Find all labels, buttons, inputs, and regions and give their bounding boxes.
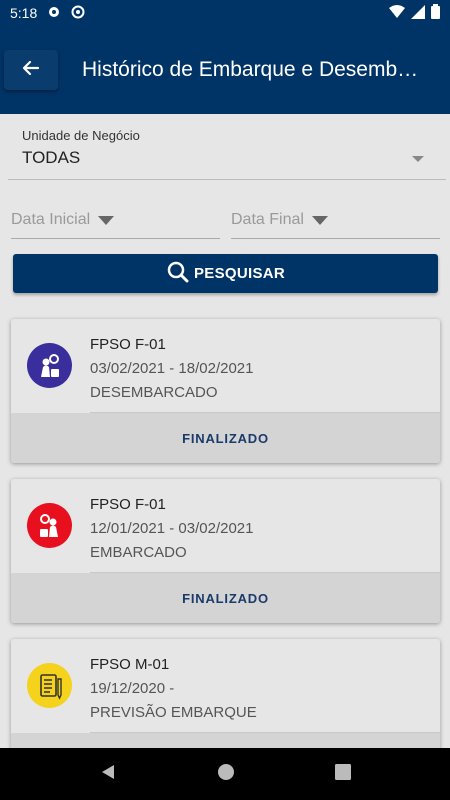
status-time: 5:18 <box>10 5 38 21</box>
status-bar: 5:18 <box>0 0 450 26</box>
back-button[interactable] <box>4 50 58 90</box>
dropdown-arrow-icon[interactable] <box>412 156 424 162</box>
card-dates: 19/12/2020 - <box>90 680 175 697</box>
card-divider <box>90 572 440 573</box>
card-action-button[interactable]: FINALIZADO <box>11 413 440 463</box>
nav-home-icon[interactable] <box>217 763 235 786</box>
app-bar: Histórico de Embarque e Desembarque <box>0 26 450 114</box>
arrow-left-icon <box>22 59 40 82</box>
wifi-icon <box>389 4 405 22</box>
business-unit-label: Unidade de Negócio <box>22 128 140 143</box>
start-date-field[interactable]: Data Inicial <box>11 200 115 240</box>
at-sign-icon <box>71 5 85 22</box>
card-status: EMBARCADO <box>90 544 187 561</box>
business-unit-value[interactable]: TODAS <box>22 148 80 168</box>
search-label: PESQUISAR <box>193 265 286 282</box>
card-status: DESEMBARCADO <box>90 384 218 401</box>
card-status: PREVISÃO EMBARQUE <box>90 704 257 721</box>
start-date-underline <box>11 238 220 239</box>
card-dates: 03/02/2021 - 18/02/2021 <box>90 360 254 377</box>
embark-person-icon <box>27 503 72 548</box>
select-underline <box>8 179 446 180</box>
history-card[interactable]: FPSO F-01 03/02/2021 - 18/02/2021 DESEMB… <box>11 319 440 463</box>
nav-recents-icon[interactable] <box>335 763 351 785</box>
card-divider <box>90 412 440 413</box>
search-icon <box>166 260 190 288</box>
end-date-field[interactable]: Data Final <box>231 200 328 240</box>
history-card[interactable]: FPSO M-01 19/12/2020 - PREVISÃO EMBARQUE <box>11 639 440 748</box>
start-date-placeholder: Data Inicial <box>11 211 91 228</box>
card-divider <box>90 732 440 733</box>
card-action-button[interactable] <box>11 733 440 748</box>
battery-icon <box>431 4 440 22</box>
card-unit: FPSO F-01 <box>90 496 166 513</box>
search-button[interactable]: PESQUISAR <box>13 254 438 293</box>
end-date-underline <box>231 238 440 239</box>
main-content: Unidade de Negócio TODAS Data Inicial Da… <box>0 114 450 748</box>
card-unit: FPSO M-01 <box>90 656 170 673</box>
end-date-placeholder: Data Final <box>231 211 304 228</box>
checklist-icon <box>27 663 72 708</box>
card-dates: 12/01/2021 - 03/02/2021 <box>90 520 254 537</box>
dropdown-arrow-icon[interactable] <box>98 215 115 225</box>
history-card[interactable]: FPSO F-01 12/01/2021 - 03/02/2021 EMBARC… <box>11 479 440 623</box>
card-action-button[interactable]: FINALIZADO <box>11 573 440 623</box>
disembark-person-icon <box>27 343 72 388</box>
gear-icon <box>47 5 61 22</box>
signal-icon <box>411 4 425 22</box>
page-title: Histórico de Embarque e Desembarque <box>82 58 422 81</box>
card-unit: FPSO F-01 <box>90 336 166 353</box>
nav-back-icon[interactable] <box>99 763 117 786</box>
system-nav-bar <box>0 748 450 800</box>
dropdown-arrow-icon[interactable] <box>311 215 328 225</box>
